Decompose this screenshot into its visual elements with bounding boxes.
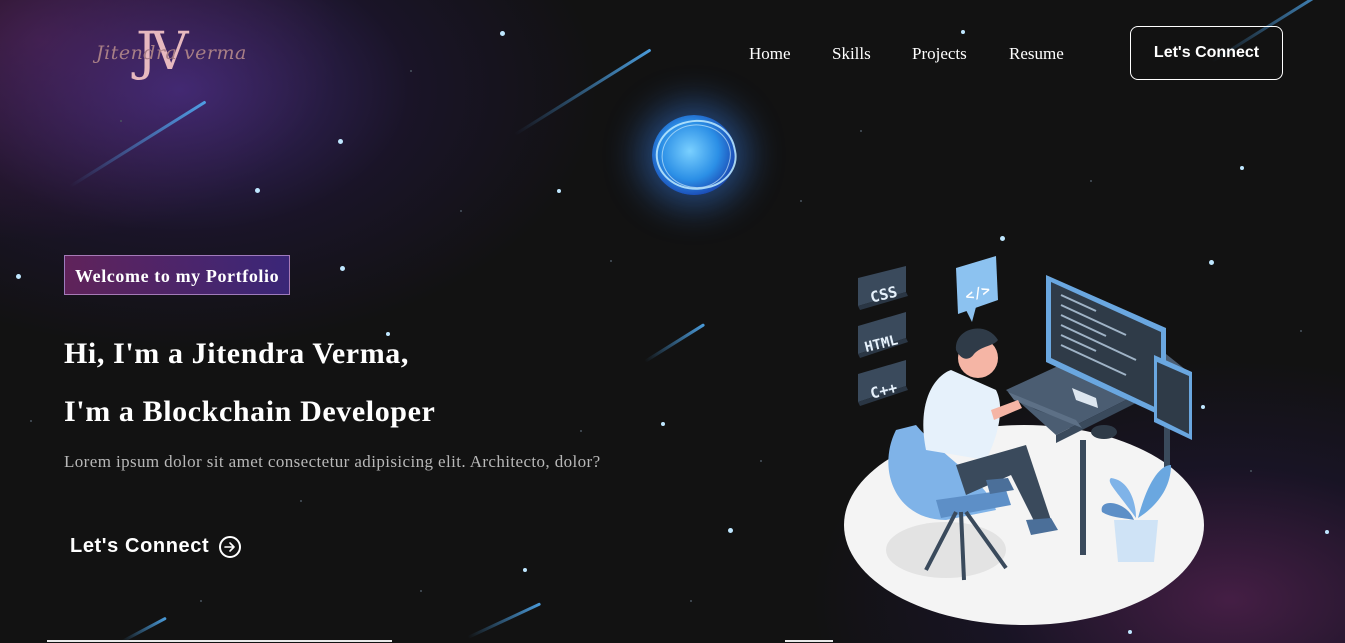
desk-leg [1080, 440, 1086, 555]
star [30, 420, 32, 422]
star [728, 528, 733, 533]
star [120, 120, 122, 122]
developer-illustration: CSS HTML C++ </> [844, 256, 1204, 625]
shooting-star [644, 323, 706, 363]
star [255, 188, 260, 193]
hero-heading-line2: I'm a Blockchain Developer [64, 395, 436, 428]
star [338, 139, 343, 144]
star [523, 568, 527, 572]
star [300, 500, 302, 502]
star [420, 590, 422, 592]
hero-heading-line1: Hi, I'm a Jitendra Verma, [64, 337, 409, 370]
star [410, 70, 412, 72]
shooting-star [69, 100, 207, 188]
shooting-star [121, 616, 167, 643]
nav-resume[interactable]: Resume [1009, 44, 1064, 64]
star [500, 31, 505, 36]
person-shirt [923, 370, 1001, 460]
tagline-badge: Welcome to my Portfolio [64, 255, 291, 295]
star [460, 210, 462, 212]
plant-pot [1114, 520, 1158, 562]
star [1090, 180, 1092, 182]
star [760, 460, 762, 462]
nav-projects[interactable]: Projects [912, 44, 967, 64]
mouse [1091, 425, 1117, 439]
logo-signature: Jitendra verma [96, 42, 247, 64]
divider [47, 640, 392, 642]
shooting-star [514, 48, 652, 136]
hero-connect-label: Let's Connect [70, 535, 210, 557]
nav-skills[interactable]: Skills [832, 44, 871, 64]
lets-connect-button[interactable]: Let's Connect [1130, 26, 1283, 80]
star [1000, 236, 1005, 241]
star [610, 260, 612, 262]
star [860, 130, 862, 132]
star [557, 189, 561, 193]
star [1128, 630, 1132, 634]
star [340, 266, 345, 271]
star [386, 332, 390, 336]
logo[interactable]: JV Jitendra verma [96, 22, 246, 86]
arrow-right-circle-icon [219, 535, 242, 558]
star [961, 30, 965, 34]
divider [785, 640, 833, 642]
star [580, 430, 582, 432]
star [200, 600, 202, 602]
nav-home[interactable]: Home [749, 44, 791, 64]
star [1325, 530, 1329, 534]
shooting-star [467, 602, 542, 639]
star [800, 200, 802, 202]
star [690, 600, 692, 602]
hero-description: Lorem ipsum dolor sit amet consectetur a… [64, 452, 601, 471]
star [1300, 330, 1302, 332]
star [16, 274, 21, 279]
hero-connect-link[interactable]: Let's Connect [70, 535, 242, 558]
star [1240, 166, 1244, 170]
star [1250, 470, 1252, 472]
star [661, 422, 665, 426]
